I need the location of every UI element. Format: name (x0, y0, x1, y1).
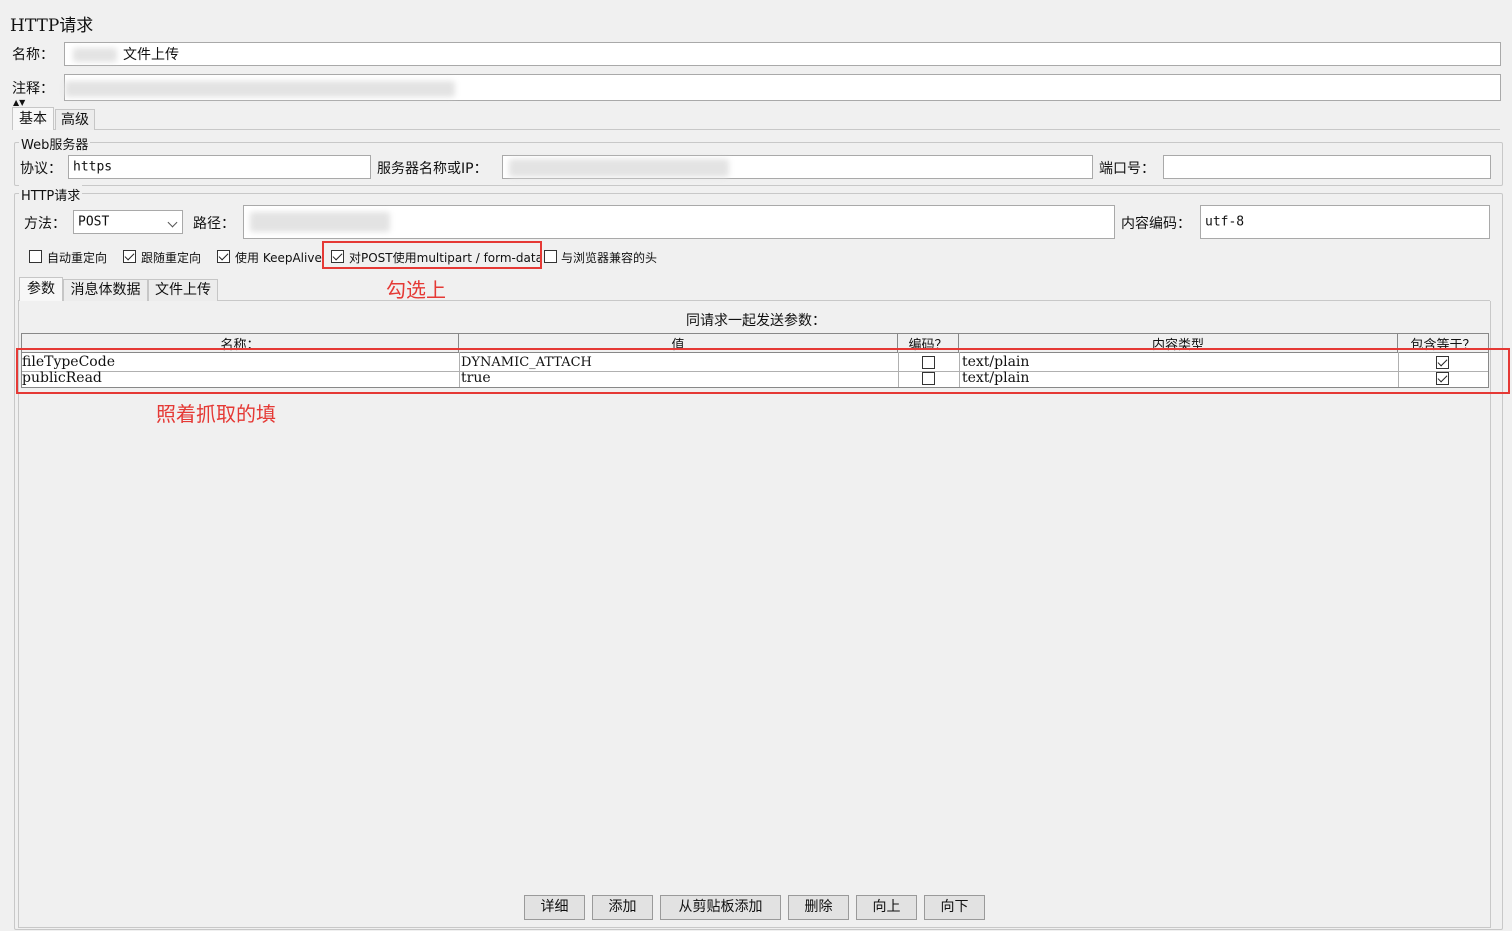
annotation-box-table (16, 348, 1510, 394)
params-caption: 同请求一起发送参数： (686, 313, 826, 329)
annotation-box-multipart (322, 241, 542, 269)
tab-advanced[interactable]: 高级 (55, 109, 95, 130)
chevron-down-icon (167, 217, 178, 228)
encoding-value: utf-8 (1205, 214, 1245, 230)
protocol-value: https (73, 159, 113, 175)
comment-field[interactable] (64, 74, 1501, 101)
add-from-clipboard-button[interactable]: 从剪贴板添加 (660, 895, 781, 920)
auto-redirect-label: 自动重定向 (47, 251, 108, 265)
keepalive-checkbox[interactable] (217, 250, 230, 263)
tab-body-data[interactable]: 消息体数据 (63, 279, 148, 301)
redacted-blur (509, 159, 729, 177)
tab-separator (12, 129, 1500, 130)
name-field[interactable]: 文件上传 (64, 42, 1501, 66)
method-value: POST (78, 214, 110, 230)
delete-button[interactable]: 删除 (788, 895, 849, 920)
comment-label: 注释： (12, 81, 54, 97)
server-field[interactable] (502, 155, 1093, 179)
browser-compatible-headers-checkbox[interactable] (544, 250, 557, 263)
annotation-check-note: 勾选上 (386, 278, 446, 302)
panel-title: HTTP请求 (10, 16, 94, 36)
port-field[interactable] (1163, 155, 1491, 179)
name-value: 文件上传 (123, 47, 179, 63)
tab-basic[interactable]: 基本 (12, 107, 54, 130)
annotation-table-note: 照着抓取的填 (156, 402, 276, 426)
encoding-label: 内容编码： (1121, 216, 1191, 232)
params-panel (18, 301, 1491, 928)
encoding-field[interactable]: utf-8 (1200, 205, 1490, 239)
move-down-button[interactable]: 向下 (924, 895, 985, 920)
path-field[interactable] (243, 205, 1115, 239)
auto-redirect-checkbox[interactable] (29, 250, 42, 263)
protocol-label: 协议： (20, 161, 62, 177)
protocol-field[interactable]: https (68, 155, 371, 179)
keepalive-label: 使用 KeepAlive (235, 251, 322, 265)
name-label: 名称： (12, 47, 54, 63)
method-select[interactable]: POST (73, 210, 183, 234)
method-label: 方法： (24, 216, 66, 232)
redacted-blur (250, 212, 390, 232)
tab-params[interactable]: 参数 (19, 277, 63, 301)
redacted-blur (73, 48, 117, 62)
collapse-arrows-icon[interactable]: ▲▼ (13, 99, 25, 107)
path-label: 路径： (193, 216, 235, 232)
move-up-button[interactable]: 向上 (856, 895, 917, 920)
add-button[interactable]: 添加 (592, 895, 653, 920)
follow-redirect-label: 跟随重定向 (141, 251, 202, 265)
web-server-group-title: Web服务器 (19, 134, 91, 153)
http-request-group-title: HTTP请求 (19, 185, 83, 204)
port-label: 端口号： (1099, 161, 1155, 177)
redacted-blur (65, 81, 455, 97)
details-button[interactable]: 详细 (524, 895, 585, 920)
follow-redirect-checkbox[interactable] (123, 250, 136, 263)
tab-file-upload[interactable]: 文件上传 (148, 279, 218, 301)
server-label: 服务器名称或IP： (377, 161, 488, 177)
browser-compatible-headers-label: 与浏览器兼容的头 (561, 251, 658, 265)
